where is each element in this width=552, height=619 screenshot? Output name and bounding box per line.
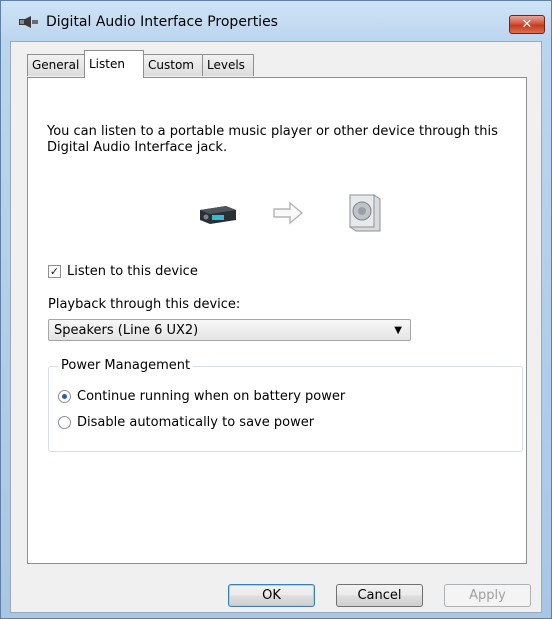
playback-label: Playback through this device: (48, 297, 241, 312)
window-title: Digital Audio Interface Properties (46, 14, 278, 30)
tab-general[interactable]: General (27, 54, 85, 76)
playback-device-select[interactable]: Speakers (Line 6 UX2) ▼ (48, 319, 411, 341)
arrow-right-icon (273, 201, 304, 225)
radio-continue-running[interactable] (58, 390, 71, 403)
power-management-title: Power Management (58, 358, 194, 373)
listen-checkbox-label[interactable]: Listen to this device (67, 264, 198, 279)
close-button[interactable]: ✕ (509, 15, 545, 34)
tab-listen[interactable]: Listen (84, 50, 144, 78)
listen-description: You can listen to a portable music playe… (47, 124, 498, 155)
speaker-icon (349, 194, 381, 232)
chevron-down-icon[interactable]: ▼ (394, 325, 402, 336)
dialog-window: Digital Audio Interface Properties ✕ Gen… (0, 0, 552, 619)
speaker-device-icon (19, 16, 38, 28)
audio-device-icon (200, 206, 236, 224)
radio-disable-label[interactable]: Disable automatically to save power (77, 415, 314, 430)
client-area: General Listen Custom Levels You can lis… (10, 41, 542, 613)
tab-custom[interactable]: Custom (143, 54, 203, 76)
title-bar[interactable]: Digital Audio Interface Properties ✕ (1, 1, 551, 41)
apply-button[interactable]: Apply (444, 584, 531, 607)
listen-checkbox[interactable]: ✓ (48, 265, 61, 278)
cancel-button[interactable]: Cancel (336, 584, 423, 607)
playback-device-value: Speakers (Line 6 UX2) (54, 323, 199, 338)
ok-button[interactable]: OK (228, 584, 315, 607)
listen-panel: You can listen to a portable music playe… (27, 77, 527, 564)
radio-disable-automatically[interactable] (58, 416, 71, 429)
radio-continue-label[interactable]: Continue running when on battery power (77, 389, 345, 404)
tab-levels[interactable]: Levels (202, 54, 254, 76)
power-management-group (48, 366, 523, 452)
